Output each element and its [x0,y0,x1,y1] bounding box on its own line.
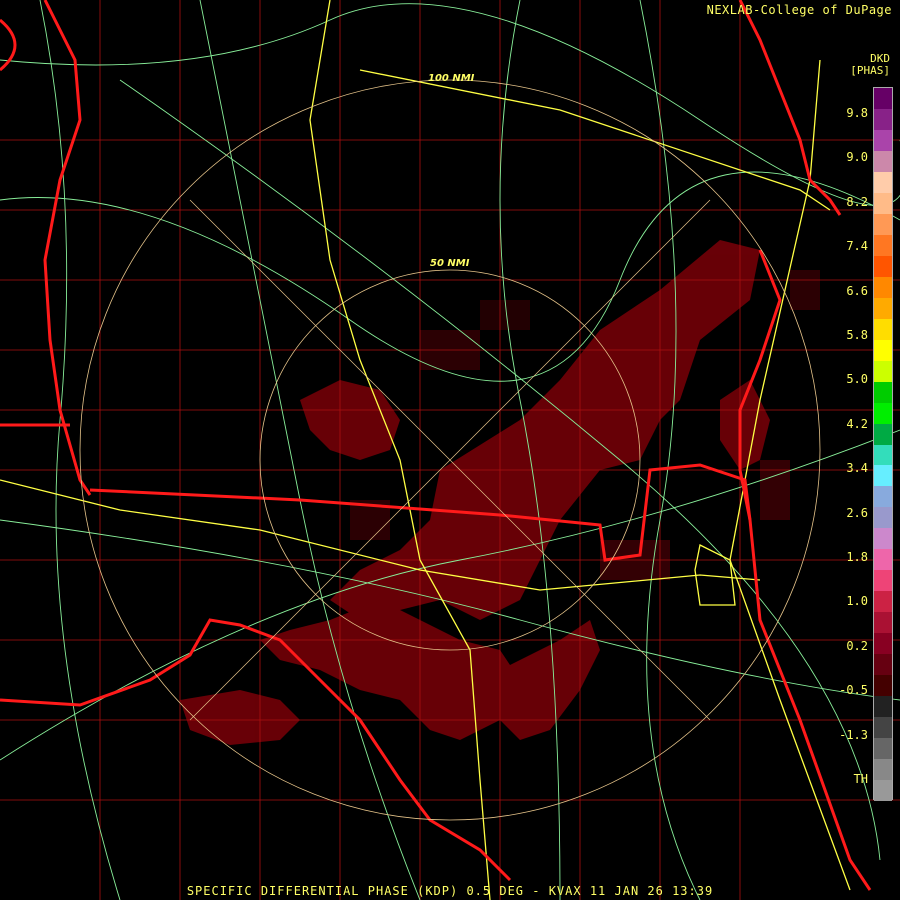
radar-map: 50 NMI 100 NMI NEXLAB-College of DuPage … [0,0,900,900]
highways [0,0,900,900]
color-scale-segment [874,654,892,676]
color-scale-segment [874,234,892,257]
color-scale-segment [874,738,892,760]
color-scale-segment [874,129,892,152]
color-scale-segment [874,360,892,383]
color-scale-tick-label: 6.6 [846,283,868,298]
color-scale-tick-label: 1.8 [846,550,868,564]
color-scale-segment [874,612,892,634]
color-scale-segment [874,444,892,466]
color-scale-tick-label: 3.4 [846,461,868,476]
color-scale-segment [874,255,892,278]
color-scale-segment [874,423,892,445]
color-scale-tick-label: 5.8 [846,328,868,342]
color-scale-segment [874,88,892,110]
color-scale-segment [874,213,892,236]
color-scale-segment [874,150,892,173]
color-scale-tick-label: 4.2 [846,416,868,431]
color-scale-segment [874,465,892,487]
color-scale-segment [874,276,892,299]
color-scale-tick-label: 1.0 [846,594,868,609]
color-scale-segment [874,780,892,802]
color-scale-segment [874,486,892,508]
range-ring-label-100: 100 NMI [428,73,475,84]
color-scale-tick-label: 0.2 [846,638,868,653]
color-scale-segment [874,192,892,215]
color-scale-tick-label: -0.5 [839,683,868,698]
color-scale-tick-label: 8.2 [846,194,868,209]
credit-label: NEXLAB-College of DuPage [706,3,892,17]
product-label: DKD [PHAS] [850,53,890,77]
color-scale-tick-label: 9.8 [846,106,868,120]
product-unit: [PHAS] [850,64,890,77]
color-scale-segment [874,675,892,697]
color-scale-segment [874,339,892,362]
color-scale-segment [874,570,892,592]
color-scale-segment [874,591,892,613]
color-scale-segment [874,717,892,739]
color-scale-segment [874,297,892,320]
color-scale-tick-label: 5.0 [846,372,868,387]
color-scale-segment [874,108,892,131]
range-ring-label-50: 50 NMI [430,258,470,269]
color-scale-segment [874,381,892,404]
color-scale-segment [874,759,892,781]
color-scale-tick-label: 7.4 [846,239,868,254]
color-scale-tick-label: -1.3 [839,727,868,742]
color-scale-bar [873,87,893,802]
color-scale-tick-label: TH [853,772,868,786]
basemap [0,0,900,900]
product-title: SPECIFIC DIFFERENTIAL PHASE (KDP) 0.5 DE… [186,884,714,898]
color-scale-segment [874,696,892,718]
color-scale-segment [874,633,892,655]
color-scale-segment [874,318,892,341]
color-scale-tick-label: 9.0 [846,150,868,165]
color-scale-segment [874,171,892,194]
radar-echoes [180,240,770,745]
county-boundaries [0,0,900,900]
color-scale-segment [874,528,892,550]
color-scale-segment [874,402,892,425]
color-scale-segment [874,549,892,571]
color-scale-tick-label: 2.6 [846,505,868,520]
color-scale-segment [874,507,892,529]
